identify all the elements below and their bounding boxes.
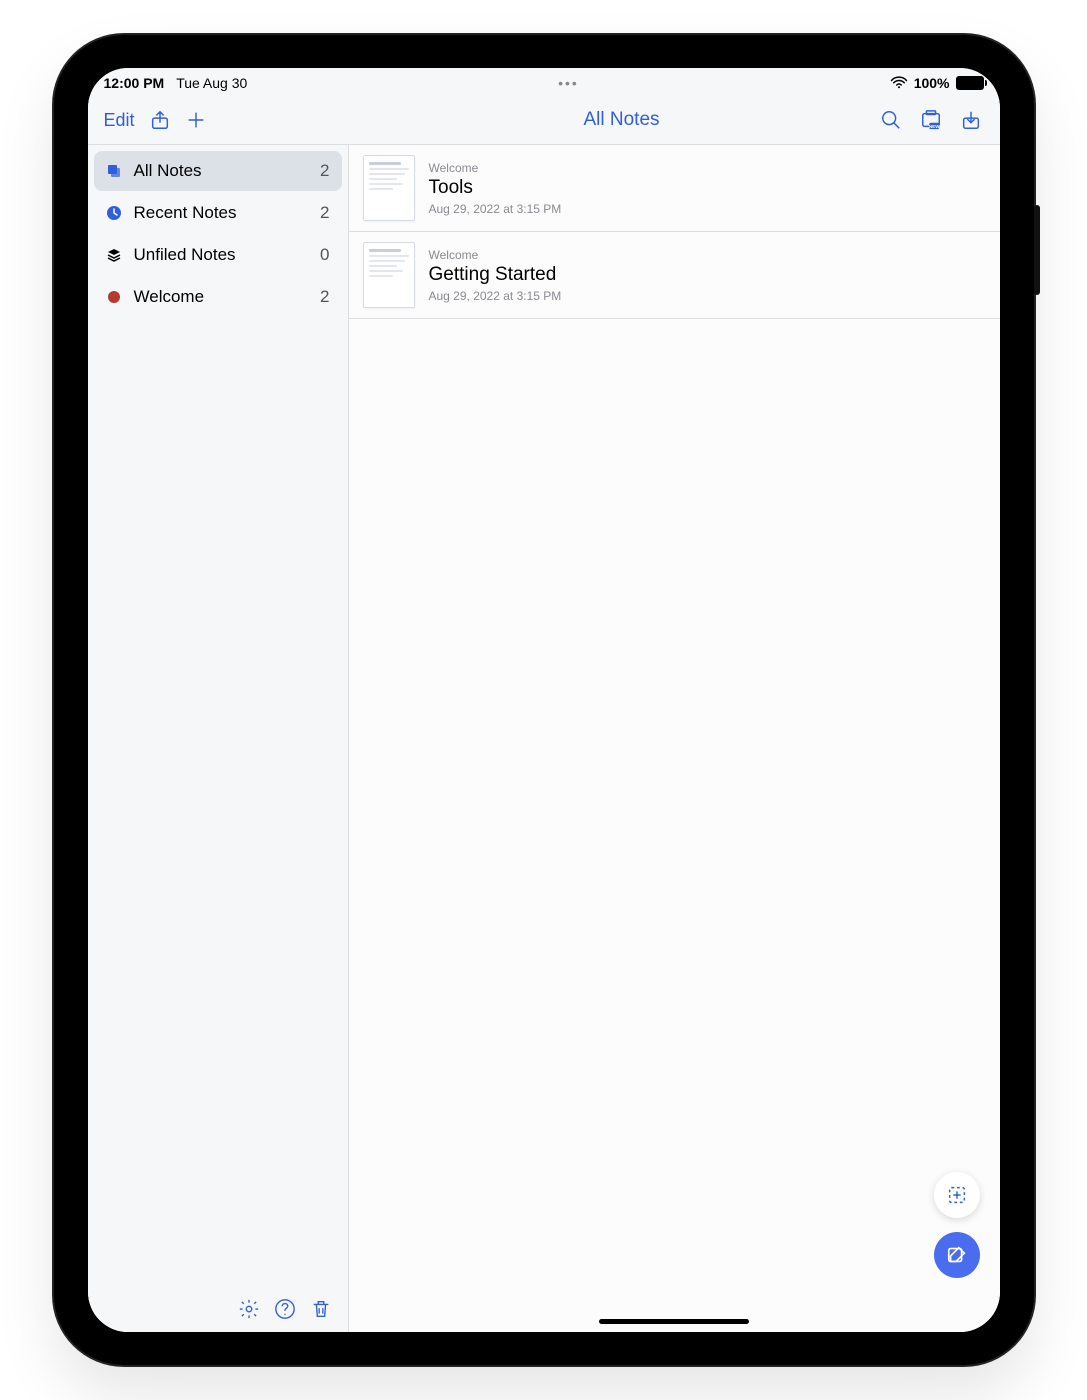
search-icon	[880, 109, 902, 131]
toolbar: Edit All Notes NEW	[88, 96, 1000, 145]
sidebar-item-label: Welcome	[134, 287, 205, 307]
trash-icon	[310, 1298, 332, 1320]
share-icon	[149, 109, 171, 131]
note-title: Tools	[429, 177, 562, 199]
battery-icon	[956, 76, 984, 90]
body: All Notes 2 Recent Notes 2 Unfiled Notes 0 Wel…	[88, 145, 1000, 1332]
note-date: Aug 29, 2022 at 3:15 PM	[429, 202, 562, 216]
wifi-icon	[890, 75, 908, 92]
sidebar-item-unfiled-notes[interactable]: Unfiled Notes 0	[94, 235, 342, 275]
scan-new-icon: NEW	[920, 109, 942, 131]
plus-icon	[185, 109, 207, 131]
page-title: All Notes	[364, 109, 880, 131]
note-item[interactable]: Welcome Getting Started Aug 29, 2022 at 3:…	[349, 232, 1000, 319]
note-thumbnail	[363, 242, 415, 308]
notes-list: WelcomeToolsAug 29, 2022 at 3:15 PMWelco…	[349, 145, 1000, 319]
home-indicator[interactable]	[599, 1319, 749, 1324]
sidebar-item-welcome[interactable]: Welcome 2	[94, 277, 342, 317]
trash-button[interactable]	[310, 1298, 332, 1320]
note-title: Getting Started	[429, 264, 562, 286]
statusbar-right: 100%	[890, 75, 984, 92]
help-icon	[274, 1298, 296, 1320]
dot-icon	[106, 289, 122, 305]
statusbar-handle: •••	[247, 75, 889, 91]
sidebar-footer	[88, 1286, 348, 1332]
sidebar-item-recent-notes[interactable]: Recent Notes 2	[94, 193, 342, 233]
statusbar: 12:00 PM Tue Aug 30 ••• 100%	[88, 68, 1000, 96]
note-item[interactable]: Welcome Tools Aug 29, 2022 at 3:15 PM	[349, 145, 1000, 232]
gear-icon	[238, 1298, 260, 1320]
sidebar-item-count: 2	[320, 203, 329, 223]
statusbar-left: 12:00 PM Tue Aug 30	[104, 75, 248, 91]
selection-fab[interactable]	[934, 1172, 980, 1218]
download-icon	[960, 109, 982, 131]
floating-buttons	[934, 1172, 980, 1278]
selection-icon	[946, 1184, 968, 1206]
add-button[interactable]	[185, 109, 207, 131]
note-meta: Welcome Getting Started Aug 29, 2022 at 3:…	[429, 248, 562, 303]
share-button[interactable]	[149, 109, 171, 131]
clock-icon	[106, 205, 122, 221]
compose-icon	[946, 1244, 968, 1266]
settings-button[interactable]	[238, 1298, 260, 1320]
note-category: Welcome	[429, 161, 562, 175]
svg-text:NEW: NEW	[928, 124, 939, 129]
note-category: Welcome	[429, 248, 562, 262]
sidebar-item-count: 2	[320, 287, 329, 307]
sidebar: All Notes 2 Recent Notes 2 Unfiled Notes 0 Wel…	[88, 145, 349, 1332]
edit-button[interactable]: Edit	[104, 110, 135, 131]
note-date: Aug 29, 2022 at 3:15 PM	[429, 289, 562, 303]
ipad-frame: 12:00 PM Tue Aug 30 ••• 100% Edit	[54, 35, 1034, 1365]
import-button[interactable]	[960, 109, 982, 131]
statusbar-date: Tue Aug 30	[176, 75, 247, 91]
screen: 12:00 PM Tue Aug 30 ••• 100% Edit	[88, 68, 1000, 1332]
sidebar-item-label: All Notes	[134, 161, 202, 181]
sidebar-list: All Notes 2 Recent Notes 2 Unfiled Notes 0 Wel…	[88, 145, 348, 323]
sidebar-item-all-notes[interactable]: All Notes 2	[94, 151, 342, 191]
sidebar-item-label: Unfiled Notes	[134, 245, 236, 265]
layers-icon	[106, 247, 122, 263]
search-button[interactable]	[880, 109, 902, 131]
stack-icon	[106, 163, 122, 179]
note-thumbnail	[363, 155, 415, 221]
main: WelcomeToolsAug 29, 2022 at 3:15 PMWelco…	[349, 145, 1000, 1332]
statusbar-time: 12:00 PM	[104, 75, 165, 91]
sidebar-item-count: 2	[320, 161, 329, 181]
compose-fab[interactable]	[934, 1232, 980, 1278]
help-button[interactable]	[274, 1298, 296, 1320]
sidebar-item-label: Recent Notes	[134, 203, 237, 223]
sidebar-item-count: 0	[320, 245, 329, 265]
battery-pct: 100%	[914, 75, 950, 91]
scan-button[interactable]: NEW	[920, 109, 942, 131]
note-meta: Welcome Tools Aug 29, 2022 at 3:15 PM	[429, 161, 562, 216]
